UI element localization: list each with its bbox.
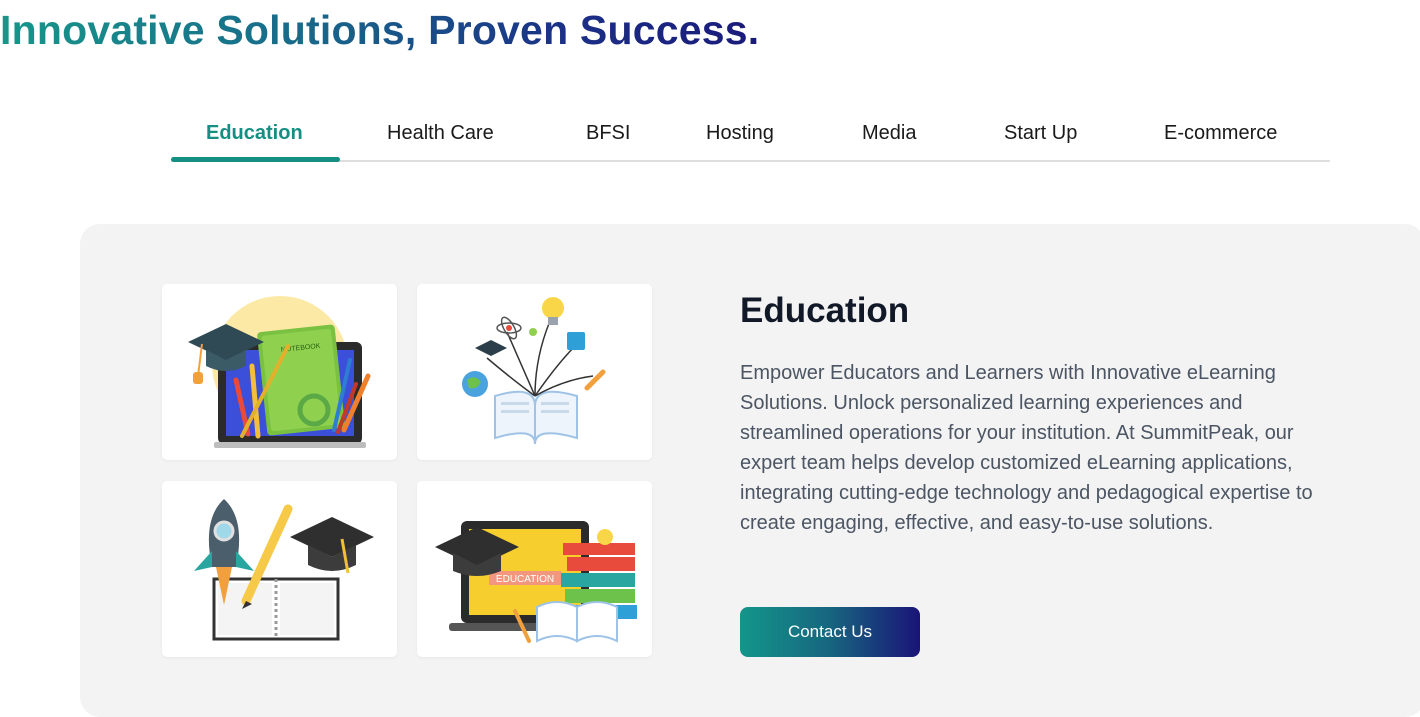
tab-hosting[interactable]: Hosting [706,122,774,145]
page-headline: Innovative Solutions, Proven Success. [0,4,759,56]
active-tab-indicator [171,157,340,162]
contact-us-button[interactable]: Contact Us [740,607,920,657]
panel-description: Empower Educators and Learners with Inno… [740,362,1313,534]
tab-health-care[interactable]: Health Care [387,122,494,145]
industry-tabs: Education Health Care BFSI Hosting Media… [171,108,1330,162]
tab-education[interactable]: Education [206,122,303,145]
tab-bfsi[interactable]: BFSI [586,122,630,145]
tab-e-commerce[interactable]: E-commerce [1164,122,1277,145]
tablet-school-supplies-illustration: NOTEBOOK [162,284,397,460]
laptop-graduation-books-illustration: EDUCATION [417,481,652,657]
tab-start-up[interactable]: Start Up [1004,122,1077,145]
svg-text:EDUCATION: EDUCATION [496,574,554,585]
open-book-ideas-illustration [417,284,652,460]
panel-title: Education [740,291,910,330]
rocket-pencil-notebook-illustration [162,481,397,657]
tab-media[interactable]: Media [862,122,916,145]
